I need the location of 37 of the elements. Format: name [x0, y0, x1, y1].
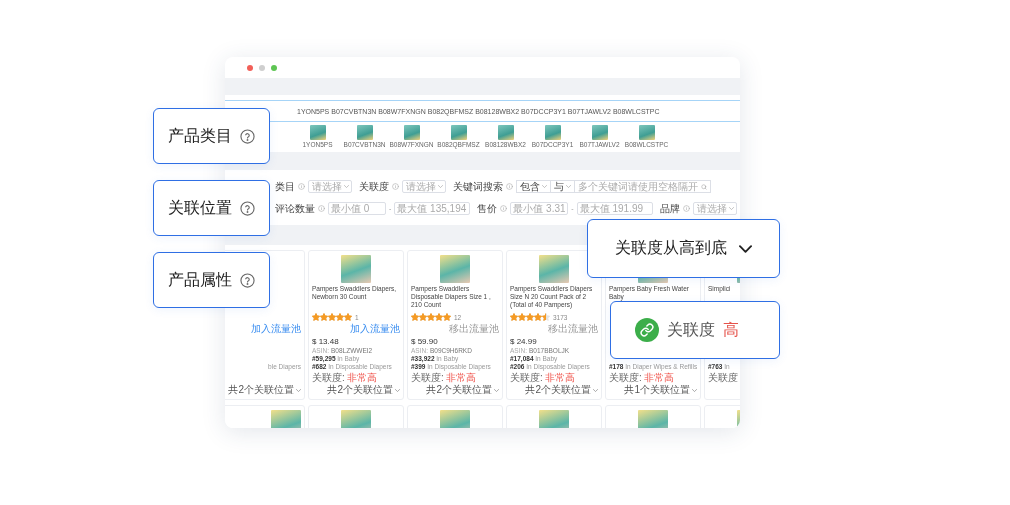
relation-dropdown[interactable]: 共1个关联位置	[624, 383, 697, 397]
filter-label: 关键词搜索	[453, 179, 503, 194]
filter-label: 类目	[275, 179, 295, 194]
relevance-value: 非常高	[445, 371, 476, 384]
relevance-label: 关联度:	[411, 371, 444, 384]
relevance-value: 非常高	[544, 371, 575, 384]
pool-link[interactable]: 加入流量池	[251, 322, 301, 336]
callout-label: 产品类目	[168, 125, 232, 146]
callout-label: 产品属性	[168, 269, 232, 290]
filter-label: 评论数量	[275, 201, 315, 216]
relevance-label: 关联度:	[609, 371, 642, 384]
relevance-value: 非常高	[643, 371, 674, 384]
min-input[interactable]: 最小值 0	[328, 202, 386, 215]
product-price: $ 24.99	[510, 336, 537, 346]
filter-label: 品牌	[659, 201, 680, 216]
relevance-value: 非常高	[346, 371, 377, 384]
filter-label: 售价	[477, 201, 498, 216]
callout-label: 关联位置	[168, 197, 232, 218]
relation-dropdown[interactable]: 共2个关联位置	[228, 383, 301, 397]
relevance-label: 关联度	[708, 371, 738, 385]
relation-dropdown[interactable]: 共2个关联位置	[525, 383, 598, 397]
relation-dropdown[interactable]: 共2个关联位置	[426, 383, 499, 397]
match-select[interactable]: 包含	[516, 180, 550, 193]
logic-select[interactable]: 与	[550, 180, 574, 193]
relevance-value: 高	[723, 319, 739, 340]
relevance-label: 关联度	[667, 319, 715, 340]
pool-link[interactable]: 加入流量池	[350, 322, 400, 336]
relevance-label: 关联度:	[312, 371, 345, 384]
min-input[interactable]: 最小值 3.31	[510, 202, 569, 215]
relation-dropdown[interactable]: 共2个关联位置	[327, 383, 400, 397]
sort-dropdown[interactable]: 关联度从高到底	[615, 238, 752, 259]
max-input[interactable]: 最大值 135,194	[394, 202, 471, 215]
filter-label: 关联度	[359, 179, 389, 194]
product-price: $ 13.48	[312, 336, 339, 346]
max-input[interactable]: 最大值 191.99	[576, 202, 653, 215]
product-price: $ 59.90	[411, 336, 438, 346]
relevance-label: 关联度:	[510, 371, 543, 384]
